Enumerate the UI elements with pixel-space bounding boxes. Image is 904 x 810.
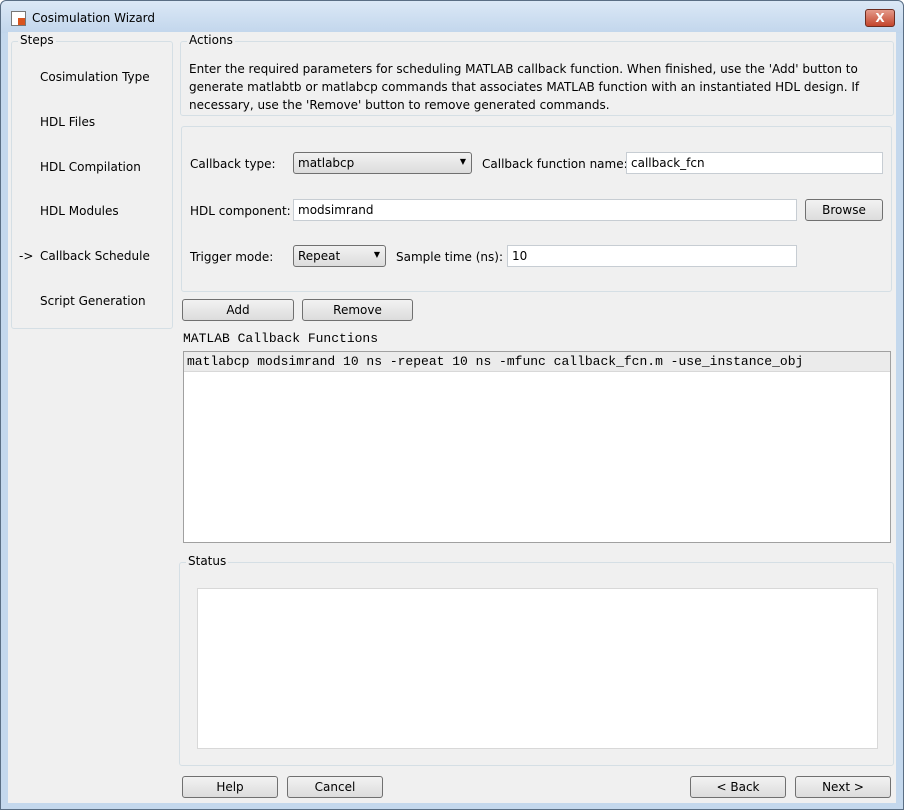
status-title: Status — [186, 554, 229, 568]
actions-title: Actions — [187, 33, 235, 47]
cancel-button[interactable]: Cancel — [287, 776, 383, 798]
step-callback-schedule[interactable]: Callback Schedule — [40, 249, 150, 263]
actions-panel: Actions Enter the required parameters fo… — [180, 33, 894, 116]
sample-time-input[interactable]: 10 — [507, 245, 797, 267]
steps-panel: Steps Cosimulation Type HDL Files HDL Co… — [11, 33, 173, 329]
current-step-marker: -> — [19, 249, 34, 263]
close-button[interactable]: X — [865, 9, 895, 27]
step-hdl-modules[interactable]: HDL Modules — [40, 204, 119, 218]
back-button[interactable]: < Back — [690, 776, 786, 798]
status-text-area — [197, 588, 878, 749]
add-button[interactable]: Add — [182, 299, 294, 321]
callback-function-name-input[interactable]: callback_fcn — [626, 152, 883, 174]
step-hdl-compilation[interactable]: HDL Compilation — [40, 160, 141, 174]
hdl-component-input[interactable]: modsimrand — [293, 199, 797, 221]
callback-function-name-label: Callback function name: — [482, 157, 628, 171]
step-script-generation[interactable]: Script Generation — [40, 294, 146, 308]
wizard-window: Cosimulation Wizard X Steps Cosimulation… — [0, 0, 904, 810]
remove-button[interactable]: Remove — [302, 299, 413, 321]
callbacks-list[interactable]: matlabcp modsimrand 10 ns -repeat 10 ns … — [183, 351, 891, 543]
steps-title: Steps — [18, 33, 56, 47]
callback-type-select[interactable]: matlabcp ▼ — [293, 152, 472, 174]
callback-type-value: matlabcp — [298, 156, 355, 170]
help-button[interactable]: Help — [182, 776, 278, 798]
trigger-mode-select[interactable]: Repeat ▼ — [293, 245, 386, 267]
dropdown-arrow-icon: ▼ — [459, 157, 466, 166]
window-title: Cosimulation Wizard — [32, 11, 156, 25]
actions-description: Enter the required parameters for schedu… — [189, 62, 860, 112]
step-hdl-files[interactable]: HDL Files — [40, 115, 95, 129]
title-bar: Cosimulation Wizard X — [1, 1, 903, 33]
callback-type-label: Callback type: — [190, 157, 276, 171]
sample-time-label: Sample time (ns): — [396, 250, 503, 264]
status-panel: Status — [179, 554, 894, 766]
browse-button[interactable]: Browse — [805, 199, 883, 221]
app-icon — [11, 11, 26, 26]
client-area: Steps Cosimulation Type HDL Files HDL Co… — [8, 32, 896, 803]
hdl-component-label: HDL component: — [190, 204, 291, 218]
callbacks-title: MATLAB Callback Functions — [183, 331, 379, 346]
next-button[interactable]: Next > — [795, 776, 891, 798]
dropdown-arrow-icon: ▼ — [373, 250, 380, 259]
list-item[interactable]: matlabcp modsimrand 10 ns -repeat 10 ns … — [184, 352, 890, 372]
trigger-mode-value: Repeat — [298, 249, 341, 263]
trigger-mode-label: Trigger mode: — [190, 250, 274, 264]
parameters-panel: Callback type: matlabcp ▼ Callback functi… — [181, 126, 892, 292]
step-cosimulation-type[interactable]: Cosimulation Type — [40, 70, 150, 84]
